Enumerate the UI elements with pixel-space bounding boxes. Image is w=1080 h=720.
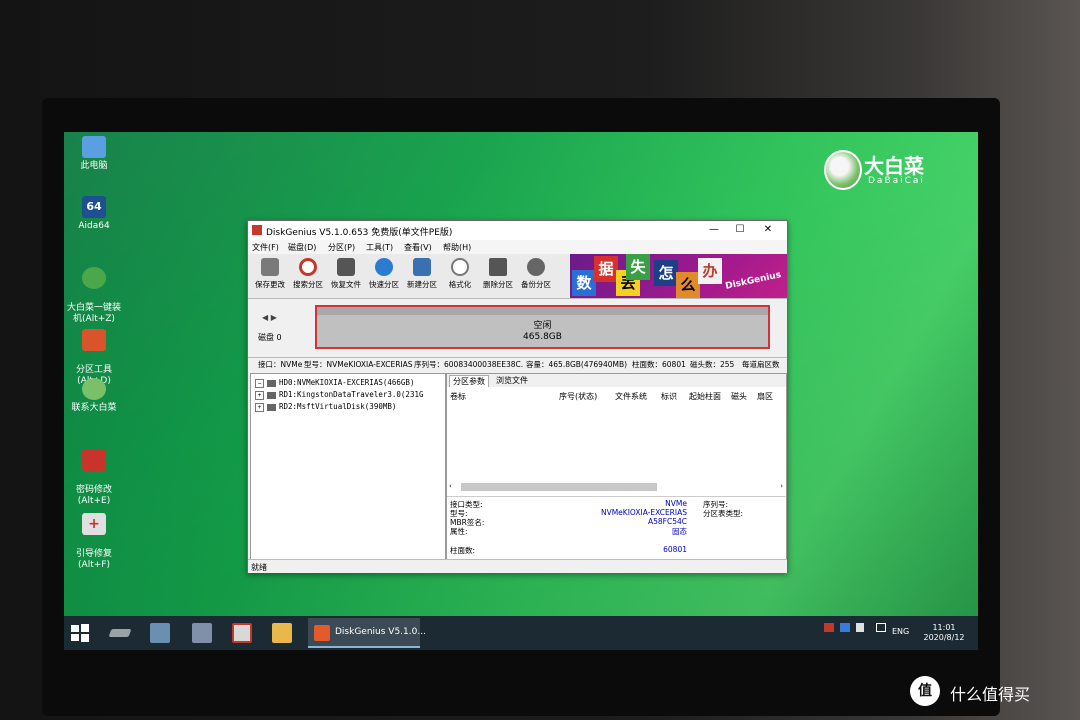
taskbar: DiskGenius V5.1.0... ENG 11:01 2020/8/12 [64,616,978,650]
desktop-icon-aida64[interactable]: 64 Aida64 [64,196,124,232]
monitor-icon[interactable] [150,623,170,643]
menu-partition[interactable]: 分区(P) [328,242,355,253]
maximize-button[interactable]: ☐ [730,223,750,237]
search-partition-button[interactable]: 搜索分区 [290,258,326,290]
start-button[interactable] [70,623,90,643]
taskbar-diskgenius-button[interactable]: DiskGenius V5.1.0... [308,618,426,648]
diskgenius-window: DiskGenius V5.1.0.653 免费版(单文件PE版) — ☐ ✕ … [247,220,788,573]
desktop-icon-this-pc[interactable]: 此电脑 [64,136,124,172]
disk-tree: − HD0:NVMeKIOXIA-EXCERIAS(466GB) + RD1:Kin… [250,373,446,560]
tray-volume-icon[interactable] [856,623,864,632]
search-tool-icon[interactable] [232,623,252,643]
close-button[interactable]: ✕ [758,223,778,237]
recover-files-button[interactable]: 恢复文件 [328,258,364,290]
disk-map-panel: ◀ ▶ 磁盘 0 空闲 465.8GB [248,299,787,358]
diskgenius-icon [82,329,106,351]
drive-icon[interactable] [108,629,132,637]
trash-icon [489,258,507,276]
save-icon [261,258,279,276]
system-clock[interactable]: 11:01 2020/8/12 [914,623,974,643]
tray-display-icon[interactable] [840,623,850,632]
windows-icon [71,624,89,642]
new-partition-button[interactable]: 新建分区 [404,258,440,290]
first-aid-icon: + [82,513,106,535]
status-bar: 就绪 [248,559,787,573]
menu-tools[interactable]: 工具(T) [366,242,393,253]
format-icon [451,258,469,276]
language-indicator[interactable]: ENG [892,627,909,636]
menu-file[interactable]: 文件(F) [252,242,279,253]
diskgenius-icon [314,625,330,641]
aida64-icon: 64 [82,196,106,218]
diskgenius-app-icon [252,225,262,235]
tree-item-rd1[interactable]: + RD1:KingstonDataTraveler3.0(231G [255,390,424,400]
partition-panel: 分区参数 浏览文件 卷标 序号(状态) 文件系统 标识 起始柱面 磁头 扇区 ‹… [446,373,787,560]
search-icon [299,258,317,276]
backup-icon [527,258,545,276]
menu-view[interactable]: 查看(V) [404,242,432,253]
folder-icon[interactable] [272,623,292,643]
horizontal-scrollbar[interactable]: ‹ › [449,482,783,492]
disk-label: 磁盘 0 [258,333,282,342]
recovery-ad-banner[interactable]: 数 据 丢 失 怎 么 办 DiskGenius [570,254,787,298]
desktop-icon-contact[interactable]: 联系大白菜 [64,378,124,414]
desktop-icon-boot-repair[interactable]: + 引导修复 (Alt+F) [64,502,124,582]
watermark-text: 什么值得买 [950,685,1031,704]
scroll-left-icon[interactable]: ‹ [449,482,452,490]
cabbage-logo-icon [824,150,862,190]
partition-table-header: 卷标 序号(状态) 文件系统 标识 起始柱面 磁头 扇区 [450,392,773,401]
menu-help[interactable]: 帮助(H) [443,242,471,253]
menu-disk[interactable]: 磁盘(D) [288,242,316,253]
format-button[interactable]: 格式化 [442,258,478,290]
tab-partition-params[interactable]: 分区参数 [449,375,489,387]
tray-flag-icon[interactable] [824,623,834,632]
quick-partition-button[interactable]: 快速分区 [366,258,402,290]
cabbage-icon [82,378,106,400]
watermark-badge: 值 [910,676,940,706]
tray-battery-icon[interactable] [876,623,886,632]
new-partition-icon [413,258,431,276]
backup-partition-button[interactable]: 备份分区 [518,258,554,290]
minimize-button[interactable]: — [704,223,724,237]
cabbage-icon [82,267,106,289]
password-icon [82,449,106,471]
disk-nav-arrows[interactable]: ◀ ▶ [262,313,277,322]
save-changes-button[interactable]: 保存更改 [252,258,288,290]
toolbar: 保存更改 搜索分区 恢复文件 快速分区 新建分区 格式化 删除分区 备份分区 数… [248,254,787,299]
tree-item-rd2[interactable]: + RD2:MsftVirtualDisk(390MB) [255,402,396,412]
disk-free-space-bar[interactable]: 空闲 465.8GB [315,305,770,349]
window-title: DiskGenius V5.1.0.653 免费版(单文件PE版) [266,228,453,238]
tree-item-hd0[interactable]: − HD0:NVMeKIOXIA-EXCERIAS(466GB) [255,378,414,388]
computer-icon [82,136,106,158]
quick-partition-icon [375,258,393,276]
delete-partition-button[interactable]: 删除分区 [480,258,516,290]
network-icon[interactable] [192,623,212,643]
title-bar[interactable]: DiskGenius V5.1.0.653 免费版(单文件PE版) — ☐ ✕ [248,221,787,240]
desktop-screen: 此电脑 64 Aida64 大白菜一键装 机(Alt+Z) 分区工具 (Alt+… [64,132,978,650]
menu-bar: 文件(F) 磁盘(D) 分区(P) 工具(T) 查看(V) 帮助(H) [248,240,787,254]
tab-browse-files[interactable]: 浏览文件 [493,375,531,386]
disk-drive-icon [337,258,355,276]
disk-details: 接口类型: 型号: MBR签名: 属性: NVMe NVMeKIOXIA-EXC… [447,496,786,559]
disk-info-bar: 接口：NVMe 型号：NVMeKIOXIA-EXCERIAS 序列号：60083… [258,360,780,369]
scroll-right-icon[interactable]: › [780,482,783,490]
